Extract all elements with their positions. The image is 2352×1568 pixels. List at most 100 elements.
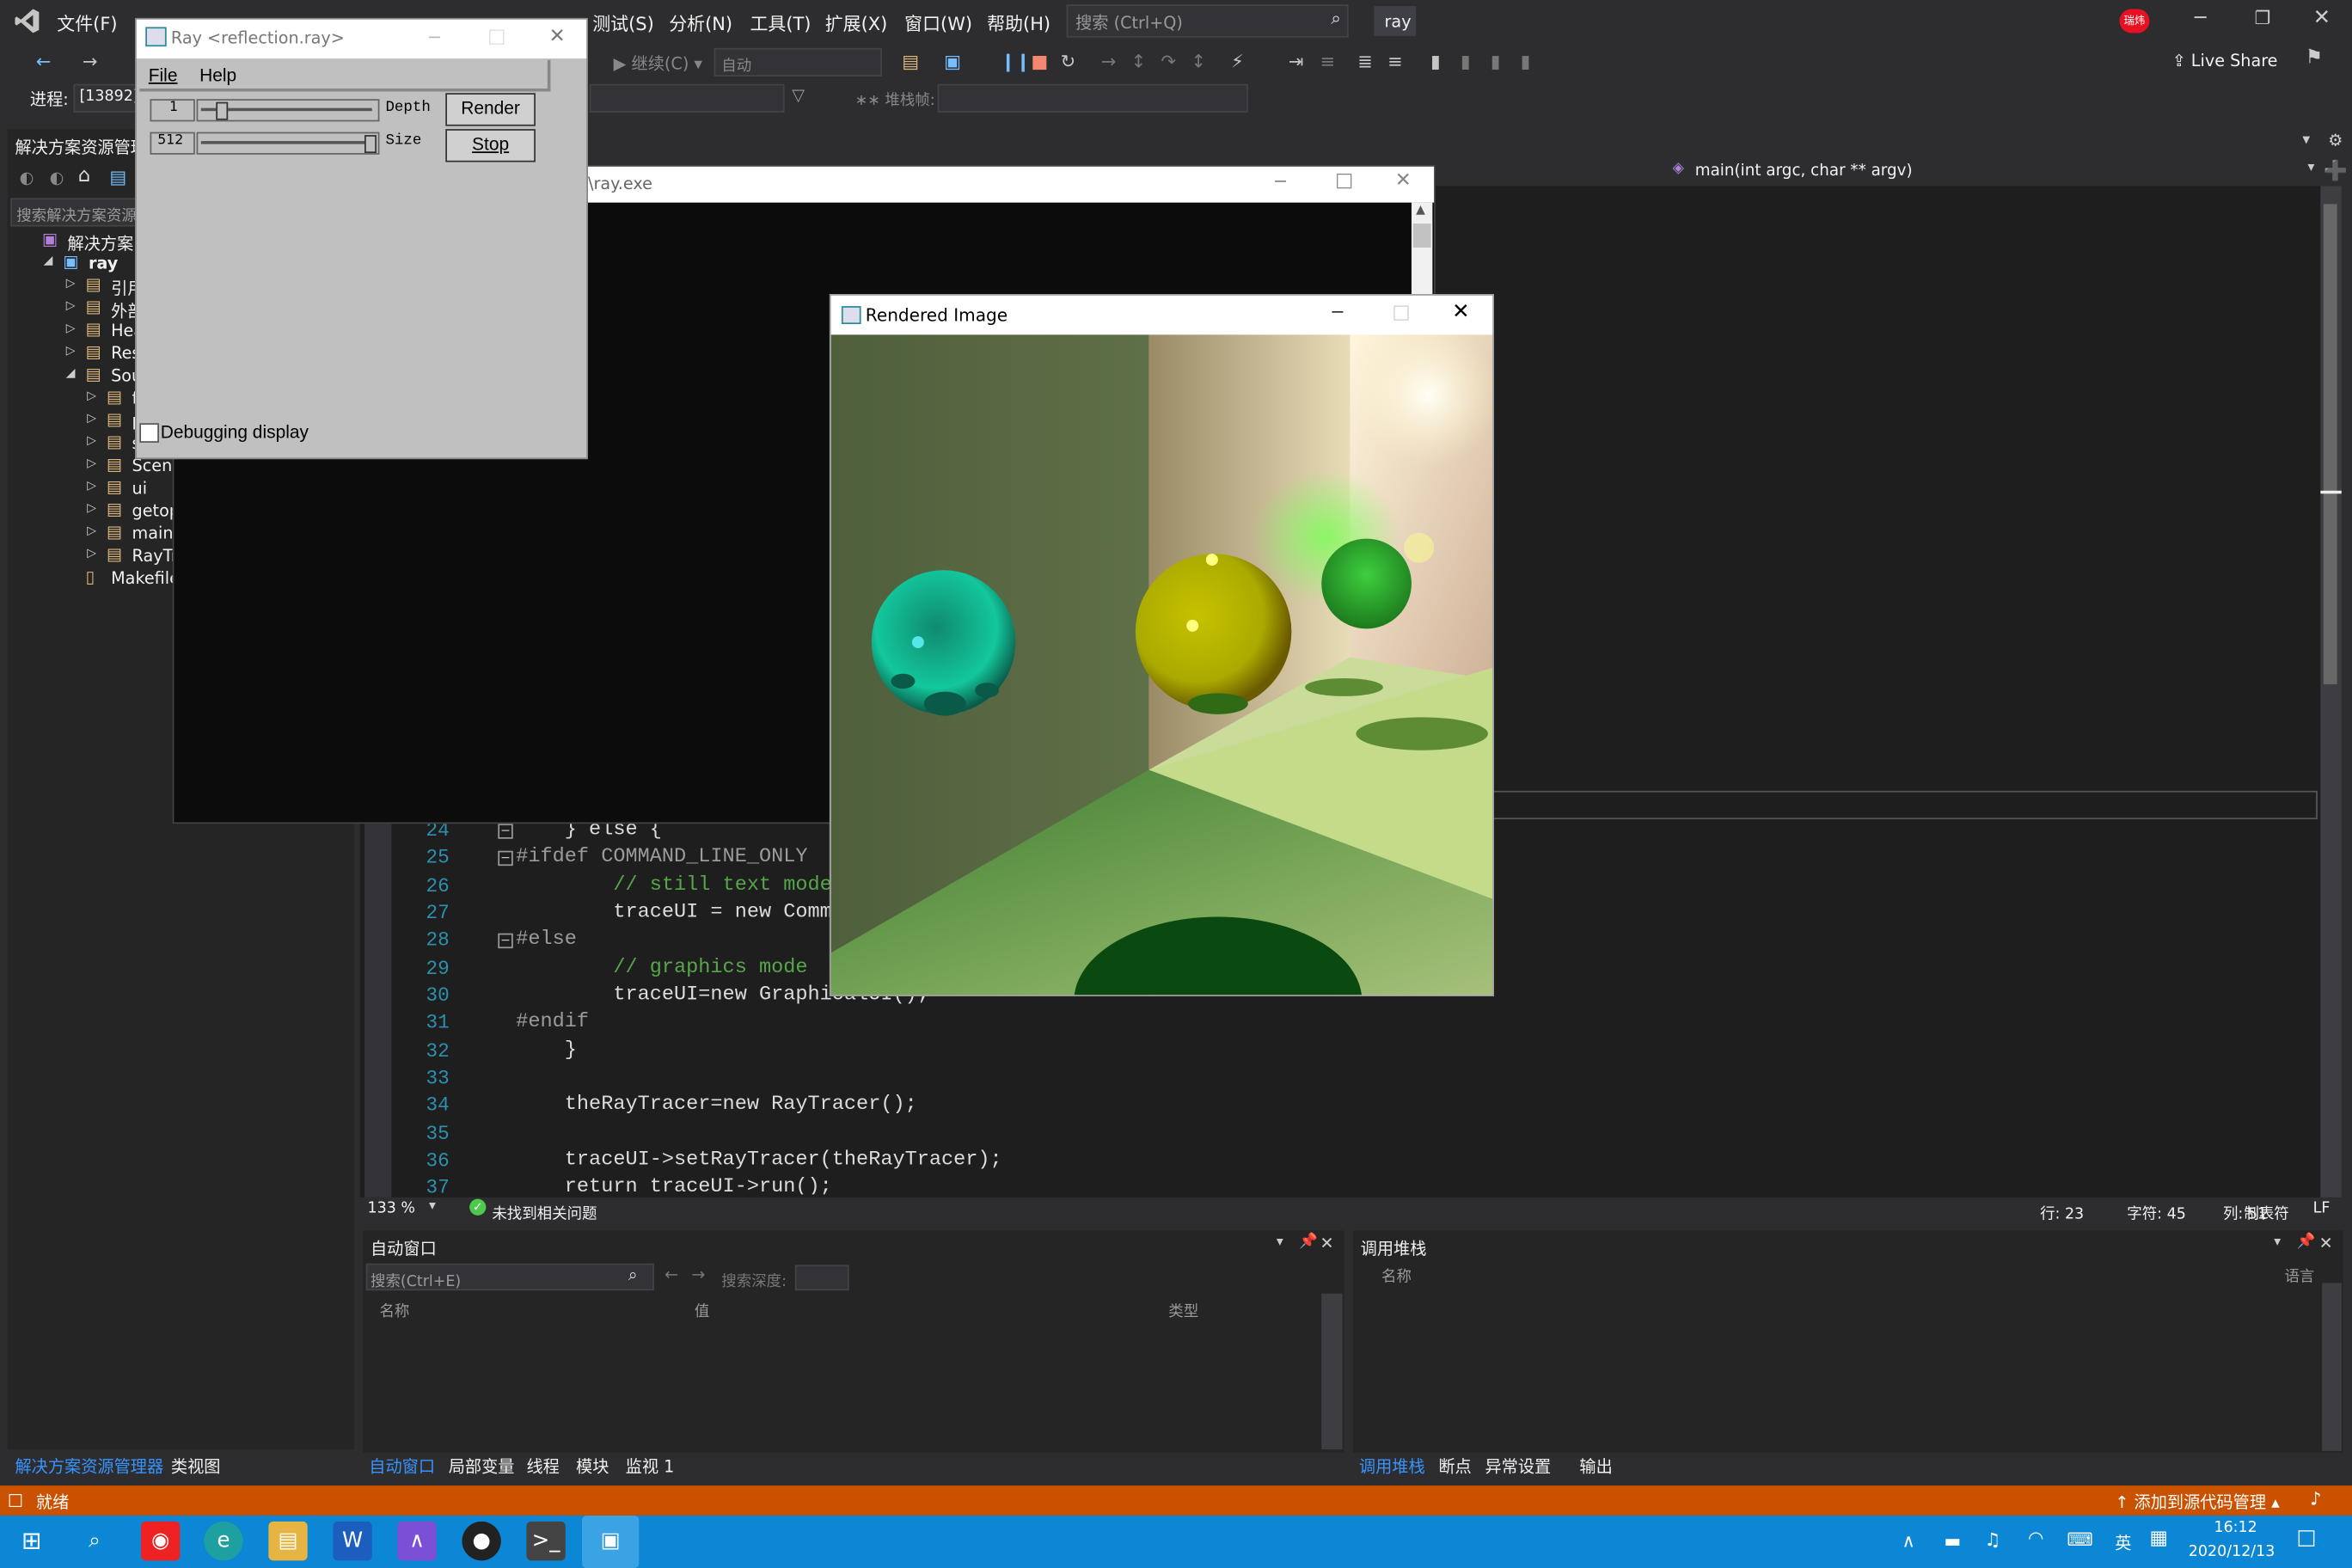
ray-titlebar[interactable]: Ray <reflection.ray> ─ □ ✕: [136, 19, 587, 59]
edge-icon[interactable]: e: [204, 1521, 243, 1561]
collapsed-arrow-icon[interactable]: ▷: [87, 479, 96, 493]
collapsed-arrow-icon[interactable]: ▷: [87, 433, 96, 447]
collapsed-arrow-icon[interactable]: ▷: [66, 298, 76, 312]
debug-checkbox-label[interactable]: Debugging display: [161, 421, 309, 442]
forward-icon[interactable]: →: [79, 51, 100, 71]
split-editor-icon[interactable]: ➕: [2324, 161, 2348, 183]
battery-icon[interactable]: ▬: [1944, 1530, 1961, 1551]
tab-info[interactable]: 制表符: [2244, 1200, 2288, 1222]
notification-icon[interactable]: ♪: [2310, 1489, 2321, 1510]
restart-icon[interactable]: ↻: [1057, 51, 1078, 71]
eol-info[interactable]: LF: [2313, 1200, 2331, 1216]
column-type[interactable]: 类型: [1168, 1298, 1198, 1320]
menu-tools[interactable]: 工具(T): [750, 10, 811, 36]
ray-menu-help[interactable]: Help: [199, 64, 236, 85]
code-line[interactable]: #else: [516, 928, 577, 951]
collapse-toggle-icon[interactable]: −: [498, 824, 513, 839]
bottom-tab[interactable]: 断点: [1438, 1454, 1471, 1478]
pin-icon[interactable]: 📌: [1299, 1234, 1318, 1250]
menu-window[interactable]: 窗口(W): [904, 10, 972, 36]
code-line[interactable]: }: [516, 1040, 577, 1063]
tray-chevron-icon[interactable]: ∧: [1902, 1530, 1915, 1551]
expanded-arrow-icon[interactable]: ◢: [66, 366, 76, 380]
switch-view-icon[interactable]: ▤: [109, 167, 126, 187]
bottom-tab[interactable]: 线程: [526, 1454, 559, 1478]
home-icon[interactable]: ⌂: [78, 165, 90, 187]
search-depth-dropdown[interactable]: [794, 1265, 849, 1291]
size-slider-thumb[interactable]: [364, 135, 377, 154]
maximize-icon[interactable]: □: [1335, 169, 1353, 192]
visual-studio-icon[interactable]: ∧: [397, 1521, 437, 1561]
scrollbar-thumb[interactable]: [1412, 224, 1431, 248]
lifecycle-dropdown[interactable]: [589, 83, 785, 113]
feedback-icon[interactable]: ⚑: [2306, 46, 2323, 69]
stop-button[interactable]: Stop: [445, 129, 536, 162]
keyboard-icon[interactable]: ⌨: [2067, 1529, 2092, 1550]
bottom-tab[interactable]: 调用堆栈: [1359, 1454, 1425, 1478]
search-input[interactable]: 搜索 (Ctrl+Q) ⌕: [1066, 4, 1349, 38]
scrollbar-thumb[interactable]: [2323, 204, 2337, 684]
close-icon[interactable]: ✕: [2313, 6, 2331, 30]
size-slider[interactable]: [196, 132, 380, 155]
dropdown-icon[interactable]: ▾: [1277, 1235, 1283, 1250]
collapsed-arrow-icon[interactable]: ▷: [87, 411, 96, 425]
ime-indicator[interactable]: 英: [2115, 1530, 2131, 1554]
stack-frame-dropdown[interactable]: [937, 83, 1248, 113]
collapsed-arrow-icon[interactable]: ▷: [66, 344, 76, 358]
rendered-image-window[interactable]: Rendered Image ─ □ ✕: [829, 294, 1494, 997]
wifi-icon[interactable]: ◠: [2028, 1528, 2043, 1548]
maximize-icon[interactable]: □: [487, 26, 505, 48]
render-button[interactable]: Render: [445, 93, 536, 126]
step-over-icon[interactable]: ↕: [1128, 51, 1148, 71]
menu-help[interactable]: 帮助(H): [987, 10, 1050, 36]
callstack-column-name[interactable]: 名称: [1381, 1264, 1412, 1286]
pin-icon[interactable]: 📌: [2296, 1234, 2315, 1250]
step-into-icon[interactable]: →: [1098, 51, 1118, 71]
source-control-button[interactable]: ↑ 添加到源代码管理 ▴: [2115, 1490, 2280, 1514]
collapsed-arrow-icon[interactable]: ▷: [87, 546, 96, 560]
code-line[interactable]: traceUI = new Comman: [516, 902, 856, 924]
code-line[interactable]: return traceUI->run();: [516, 1176, 832, 1194]
word-icon[interactable]: W: [333, 1521, 372, 1561]
bottom-tab[interactable]: 局部变量: [449, 1454, 515, 1478]
zoom-dropdown-icon[interactable]: ▾: [429, 1199, 436, 1214]
show-next-statement-icon[interactable]: ⇥: [1285, 51, 1306, 71]
minimize-icon[interactable]: ─: [2195, 8, 2207, 30]
ime-grid-icon[interactable]: ▦: [2149, 1528, 2167, 1550]
close-callstack-icon[interactable]: ✕: [2319, 1234, 2333, 1253]
step-out-icon[interactable]: ↕: [1188, 51, 1209, 71]
clock-date[interactable]: 2020/12/13: [2189, 1544, 2275, 1560]
process-dropdown[interactable]: [13892]: [73, 83, 140, 113]
format-icon[interactable]: ≣: [1355, 51, 1375, 71]
restore-icon[interactable]: ❐: [2255, 8, 2271, 28]
collapse-toggle-icon[interactable]: −: [498, 933, 513, 949]
code-line[interactable]: // still text mode: [516, 875, 831, 897]
search-icon[interactable]: ⌕: [75, 1522, 113, 1560]
close-icon[interactable]: ✕: [549, 26, 566, 48]
pause-icon[interactable]: ❙❙: [1001, 51, 1031, 71]
close-icon[interactable]: ✕: [1395, 169, 1412, 192]
bottom-tab[interactable]: 输出: [1579, 1454, 1612, 1478]
hot-reload-icon[interactable]: ⚡: [1227, 51, 1247, 71]
callstack-column-lang[interactable]: 语言: [2284, 1264, 2314, 1286]
rendered-titlebar[interactable]: Rendered Image ─ □ ✕: [830, 295, 1493, 335]
comment-icon[interactable]: ≡: [1385, 51, 1406, 71]
terminal-icon[interactable]: >_: [526, 1521, 566, 1561]
bookmark-icon[interactable]: ▮: [1425, 51, 1446, 71]
menu-extensions[interactable]: 扩展(X): [825, 10, 888, 36]
debug-checkbox[interactable]: [139, 423, 159, 443]
collapse-toggle-icon[interactable]: −: [498, 850, 513, 867]
live-share-button[interactable]: ⇪ Live Share: [2172, 51, 2278, 70]
callstack-scrollbar[interactable]: [2322, 1283, 2342, 1451]
minimize-icon[interactable]: ─: [1275, 171, 1286, 192]
collapsed-arrow-icon[interactable]: ▷: [87, 524, 96, 537]
bookmark-prev-icon[interactable]: ▮: [1455, 51, 1476, 71]
collapsed-arrow-icon[interactable]: ▷: [87, 456, 96, 470]
stop-icon[interactable]: ■: [1029, 51, 1050, 71]
collapsed-arrow-icon[interactable]: ▷: [87, 389, 96, 402]
function-nav-dropdown[interactable]: ◈ main(int argc, char ** argv) ▾: [1668, 160, 2319, 183]
ray-app-icon[interactable]: ▣: [582, 1515, 640, 1568]
overflow-icon[interactable]: ▾: [2302, 132, 2310, 149]
expanded-arrow-icon[interactable]: ◢: [44, 254, 53, 267]
vertical-scrollbar[interactable]: [2320, 186, 2342, 1197]
